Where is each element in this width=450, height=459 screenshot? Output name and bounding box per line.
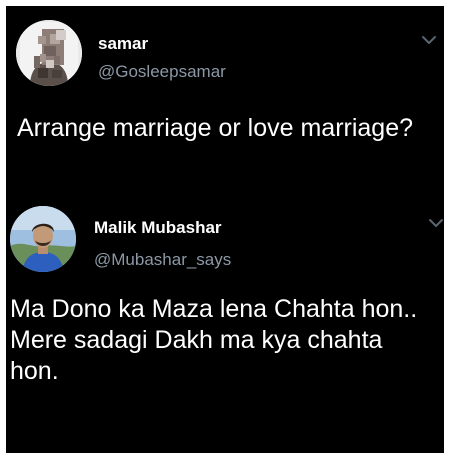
chevron-down-icon[interactable] [421,34,437,46]
tweet-text-line: Ma Dono ka Maza lena Chahta hon.. [10,295,418,323]
user-avatar-photo-icon [10,206,76,272]
tweet-text-line: Mere sadagi Dakh ma kya chahta hon. [10,326,383,385]
avatar[interactable] [16,20,82,86]
user-handle[interactable]: @Gosleepsamar [98,62,226,82]
tweet-text: Ma Dono ka Maza lena Chahta hon.. Mere s… [10,294,430,387]
avatar[interactable] [10,206,76,272]
user-handle[interactable]: @Mubashar_says [94,250,231,270]
display-name[interactable]: samar [98,34,148,54]
tweet-reply[interactable]: Malik Mubashar @Mubashar_says Ma Dono ka… [6,196,444,453]
display-name[interactable]: Malik Mubashar [94,218,222,238]
tweet-text: Arrange marriage or love marriage? [17,114,414,142]
chevron-down-icon[interactable] [428,217,444,229]
tweet-original[interactable]: samar @Gosleepsamar Arrange marriage or … [6,6,444,196]
tweet-thread-screen: samar @Gosleepsamar Arrange marriage or … [6,6,444,453]
user-avatar-blurred-icon [16,20,82,86]
